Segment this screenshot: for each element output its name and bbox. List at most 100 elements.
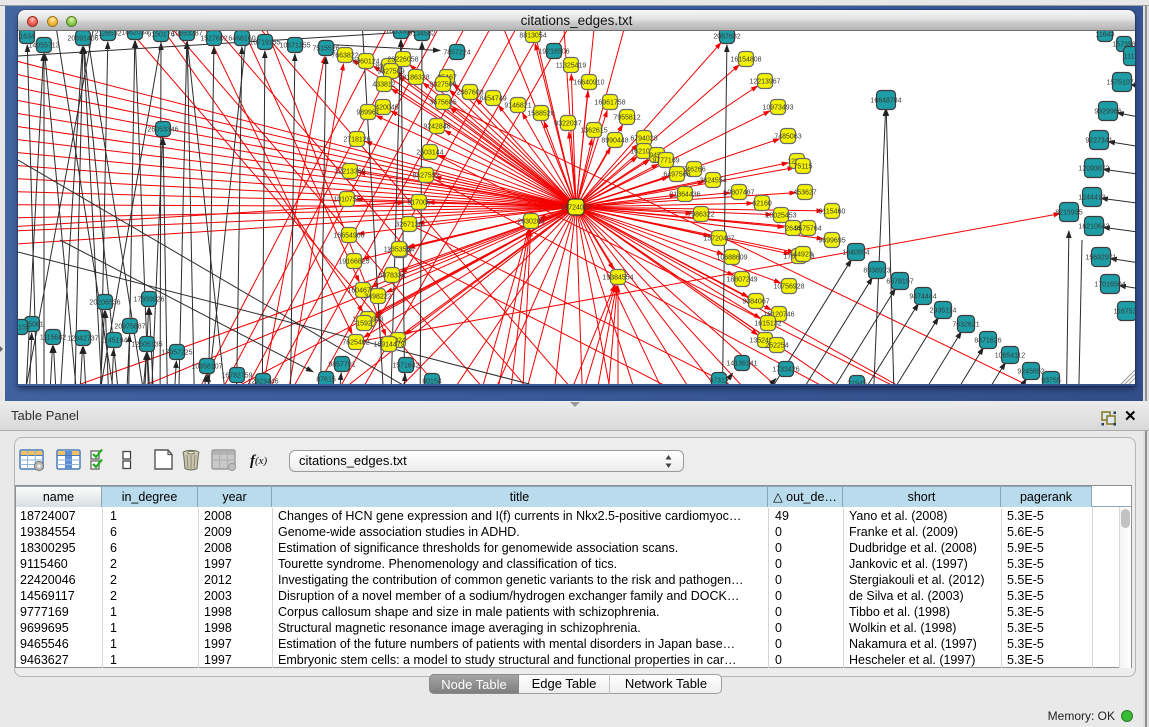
svg-text:97312: 97312 [709, 378, 729, 385]
svg-text:453627: 453627 [793, 190, 816, 197]
svg-text:8186328: 8186328 [402, 75, 429, 82]
svg-text:1010755: 1010755 [333, 197, 360, 204]
svg-text:16154808: 16154808 [730, 57, 761, 64]
svg-text:21945: 21945 [847, 381, 867, 385]
svg-text:12213967: 12213967 [749, 79, 780, 86]
svg-text:10688609: 10688609 [716, 255, 747, 262]
svg-text:1733426: 1733426 [772, 367, 799, 374]
svg-text:80154: 80154 [422, 379, 442, 385]
svg-text:8990448: 8990448 [601, 138, 628, 145]
svg-text:19218506: 19218506 [538, 49, 569, 56]
svg-text:2128532: 2128532 [94, 31, 121, 38]
svg-text:1640954: 1640954 [842, 250, 869, 257]
svg-text:75115: 75115 [794, 164, 813, 171]
svg-text:20206536: 20206536 [89, 300, 120, 307]
svg-text:1145194: 1145194 [101, 338, 128, 345]
svg-text:26053346: 26053346 [147, 127, 178, 134]
svg-text:62160: 62160 [752, 201, 772, 208]
svg-text:18807249: 18807249 [726, 277, 757, 284]
svg-text:14055713: 14055713 [28, 43, 59, 50]
svg-text:433812: 433812 [372, 82, 395, 89]
svg-text:10025453: 10025453 [765, 213, 796, 220]
svg-text:9084067: 9084067 [742, 299, 769, 306]
svg-text:17957225: 17957225 [161, 350, 192, 357]
svg-text:15720407: 15720407 [703, 236, 734, 243]
svg-text:9134582: 9134582 [408, 31, 435, 38]
svg-text:9242848: 9242848 [423, 124, 450, 131]
svg-text:3498222: 3498222 [364, 294, 391, 301]
svg-text:7625402: 7625402 [342, 340, 369, 347]
svg-text:16210643: 16210643 [1078, 224, 1109, 231]
svg-text:9245652: 9245652 [1017, 369, 1044, 376]
svg-text:7857224: 7857224 [443, 50, 470, 57]
svg-text:10807487: 10807487 [723, 190, 754, 197]
svg-text:8878334: 8878334 [378, 273, 405, 280]
svg-text:9777169: 9777169 [652, 158, 679, 165]
svg-text:9327508: 9327508 [429, 82, 456, 89]
svg-text:1362615: 1362615 [580, 128, 607, 135]
svg-text:7986322: 7986322 [687, 212, 714, 219]
svg-text:8215935: 8215935 [1055, 210, 1082, 217]
svg-text:1167534: 1167534 [1114, 309, 1135, 316]
svg-text:9327509: 9327509 [377, 69, 404, 76]
svg-text:93755: 93755 [1041, 378, 1061, 385]
svg-text:8322037: 8322037 [554, 121, 581, 128]
svg-text:1592: 1592 [356, 321, 372, 328]
svg-text:12942737: 12942737 [67, 336, 98, 343]
svg-text:2603144: 2603144 [416, 150, 443, 157]
svg-text:3675685: 3675685 [429, 100, 456, 107]
svg-text:9857791: 9857791 [328, 362, 355, 369]
svg-text:1862034: 1862034 [121, 31, 148, 37]
svg-text:8454749: 8454749 [479, 96, 506, 103]
svg-text:18724007: 18724007 [560, 205, 591, 212]
svg-text:11123: 11123 [1124, 54, 1135, 61]
svg-text:8471626: 8471626 [974, 338, 1001, 345]
svg-text:10756928: 10756928 [773, 284, 804, 291]
svg-text:16914479: 16914479 [373, 342, 404, 349]
svg-text:16648784: 16648784 [870, 98, 901, 105]
svg-text:14136141: 14136141 [726, 361, 757, 368]
svg-text:1244413: 1244413 [1078, 195, 1105, 202]
svg-text:11643: 11643 [1096, 32, 1115, 39]
svg-text:1634: 1634 [19, 34, 35, 41]
svg-text:16654966: 16654966 [333, 233, 364, 240]
svg-text:3267130: 3267130 [395, 222, 422, 229]
svg-text:1571642: 1571642 [392, 363, 419, 370]
svg-text:3624554: 3624554 [699, 178, 726, 185]
svg-text:19166825: 19166825 [338, 259, 369, 266]
svg-text:10653287: 10653287 [171, 31, 202, 38]
svg-text:9115460: 9115460 [819, 209, 846, 216]
svg-text:8813054: 8813054 [519, 33, 546, 40]
svg-text:252254: 252254 [765, 343, 788, 350]
svg-text:9699695: 9699695 [818, 238, 845, 245]
svg-text:10654112: 10654112 [995, 353, 1026, 360]
svg-text:21364436: 21364436 [669, 192, 700, 199]
svg-text:9227341: 9227341 [1085, 138, 1112, 145]
svg-text:6794028: 6794028 [630, 136, 657, 143]
svg-text:87615: 87615 [316, 377, 336, 384]
svg-text:17359926: 17359926 [133, 297, 164, 304]
svg-text:44923: 44923 [793, 252, 813, 259]
svg-text:1115682: 1115682 [40, 335, 66, 342]
svg-text:7955812: 7955812 [613, 115, 640, 122]
svg-text:989961: 989961 [356, 110, 379, 117]
svg-text:2718126: 2718126 [343, 137, 370, 144]
svg-text:817006: 817006 [407, 200, 430, 207]
svg-text:9474444: 9474444 [909, 294, 936, 301]
svg-text:1615132: 1615132 [754, 321, 781, 328]
svg-text:11353554: 11353554 [384, 247, 415, 254]
svg-text:16640910: 16640910 [573, 80, 604, 87]
svg-text:10671355: 10671355 [279, 43, 310, 50]
svg-text:9575764: 9575764 [794, 226, 821, 233]
svg-text:7515526: 7515526 [312, 46, 339, 53]
svg-text:6679197: 6679197 [886, 279, 913, 286]
svg-text:12213369: 12213369 [334, 169, 365, 176]
svg-text:6497568: 6497568 [663, 172, 690, 179]
svg-text:2935114: 2935114 [930, 308, 957, 315]
svg-text:9146821: 9146821 [504, 103, 531, 110]
svg-text:7632621: 7632621 [952, 322, 979, 329]
svg-text:10973493: 10973493 [762, 105, 793, 112]
svg-text:8938923: 8938923 [863, 268, 890, 275]
svg-text:2087682: 2087682 [713, 34, 740, 41]
svg-text:7485063: 7485063 [774, 134, 801, 141]
